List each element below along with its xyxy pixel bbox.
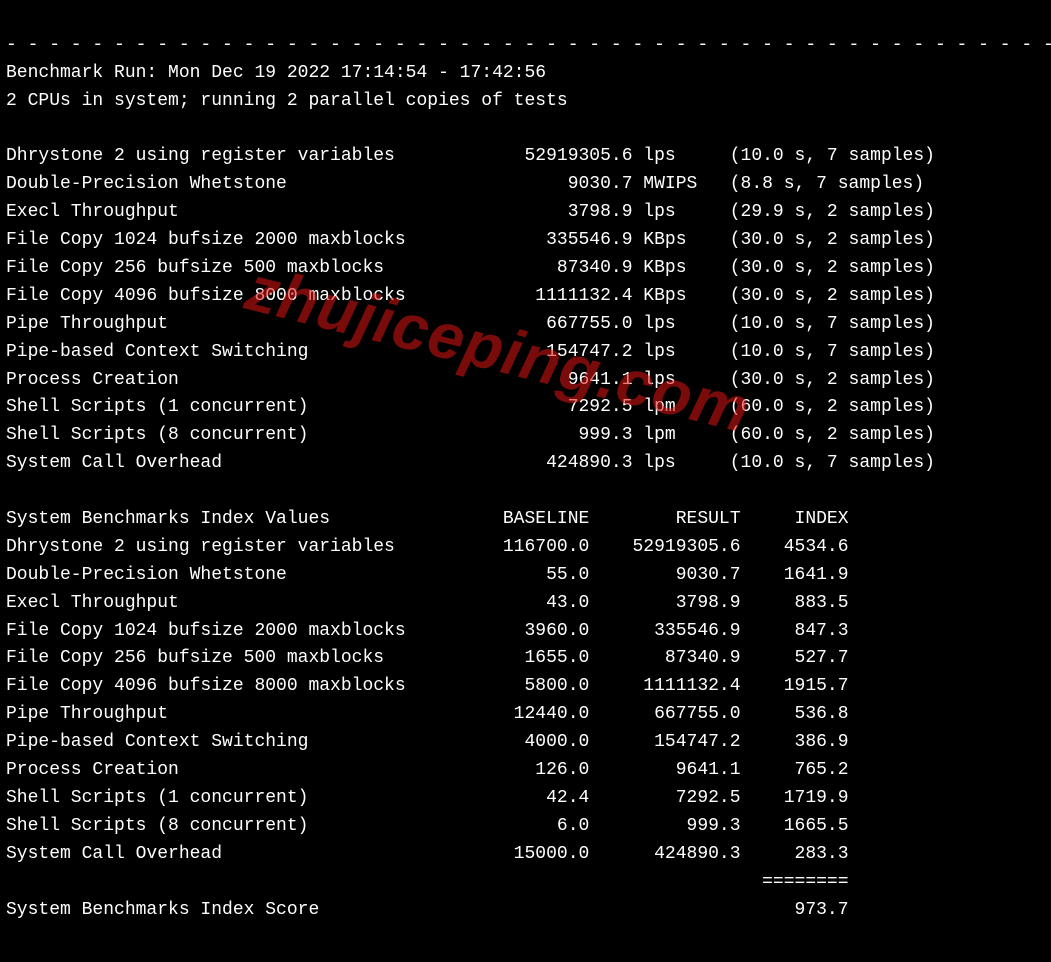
terminal-output: - - - - - - - - - - - - - - - - - - - - … (0, 0, 1051, 962)
index-score-line: System Benchmarks Index Score 973.7 (6, 900, 849, 920)
score-divider-line: ======== (6, 872, 849, 892)
cpu-info-line: 2 CPUs in system; running 2 parallel cop… (6, 91, 568, 111)
benchmark-run-line: Benchmark Run: Mon Dec 19 2022 17:14:54 … (6, 63, 546, 83)
tests-block: Dhrystone 2 using register variables 529… (6, 146, 935, 473)
index-block: System Benchmarks Index Values BASELINE … (6, 509, 849, 864)
separator-line: - - - - - - - - - - - - - - - - - - - - … (6, 35, 1051, 55)
